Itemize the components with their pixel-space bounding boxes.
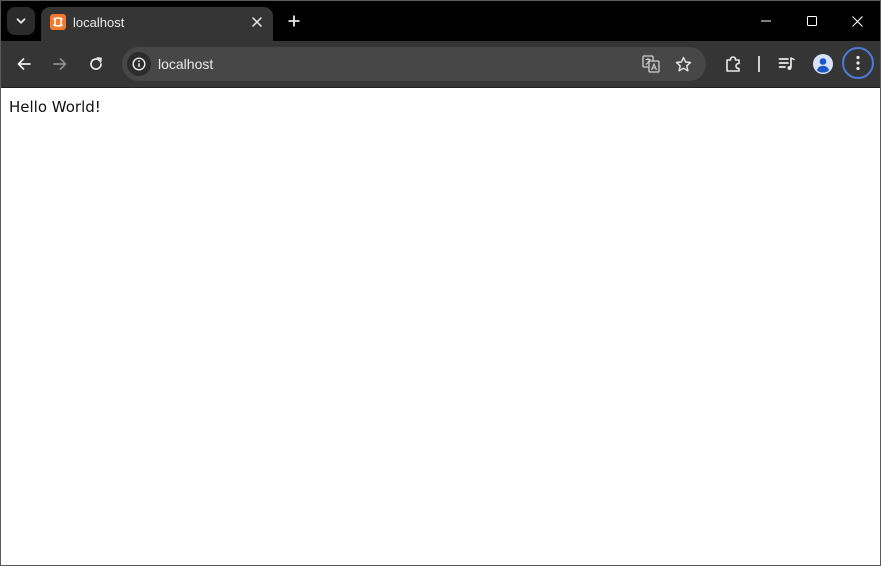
info-icon: [132, 57, 146, 71]
tab-close-button[interactable]: [247, 12, 267, 32]
browser-toolbar: localhost: [1, 41, 880, 88]
browser-tab[interactable]: localhost: [41, 7, 273, 41]
new-tab-button[interactable]: [282, 9, 306, 33]
close-icon: [252, 17, 262, 27]
reload-button[interactable]: [82, 50, 110, 78]
star-icon: [675, 56, 691, 71]
title-bar: localhost: [1, 1, 880, 41]
back-button[interactable]: [10, 50, 38, 78]
reload-icon: [90, 57, 102, 70]
maximize-icon: [807, 16, 817, 26]
translate-icon: [642, 55, 660, 73]
page-text: Hello World!: [9, 98, 101, 116]
bookmark-button[interactable]: [671, 52, 695, 76]
profile-icon: [813, 54, 833, 74]
url-text[interactable]: localhost: [158, 56, 213, 72]
translate-button[interactable]: [639, 52, 663, 76]
tab-search-button[interactable]: [7, 7, 35, 35]
minimize-icon: [761, 20, 771, 22]
xampp-icon: [50, 14, 66, 30]
window-close-icon: [851, 15, 863, 27]
extensions-button[interactable]: [719, 50, 747, 78]
browser-menu-button[interactable]: [842, 47, 874, 79]
minimize-button[interactable]: [743, 1, 789, 41]
window-close-button[interactable]: [834, 1, 880, 41]
media-queue-icon: [778, 57, 795, 70]
page-content: Hello World!: [1, 88, 880, 565]
chevron-down-icon: [16, 18, 26, 24]
arrow-left-icon: [17, 58, 31, 70]
site-info-button[interactable]: [127, 52, 151, 76]
profile-button[interactable]: [809, 50, 837, 78]
tab-title: localhost: [73, 15, 125, 30]
browser-window: localhost localhost Hello World!: [0, 0, 881, 566]
toolbar-divider: [758, 56, 760, 72]
maximize-button[interactable]: [789, 1, 835, 41]
media-controls-button[interactable]: [773, 50, 801, 78]
plus-icon: [288, 15, 300, 27]
kebab-menu-icon: [856, 55, 860, 71]
puzzle-icon: [726, 56, 740, 72]
arrow-right-icon: [53, 58, 67, 70]
forward-button[interactable]: [46, 50, 74, 78]
address-bar[interactable]: localhost: [122, 47, 706, 81]
